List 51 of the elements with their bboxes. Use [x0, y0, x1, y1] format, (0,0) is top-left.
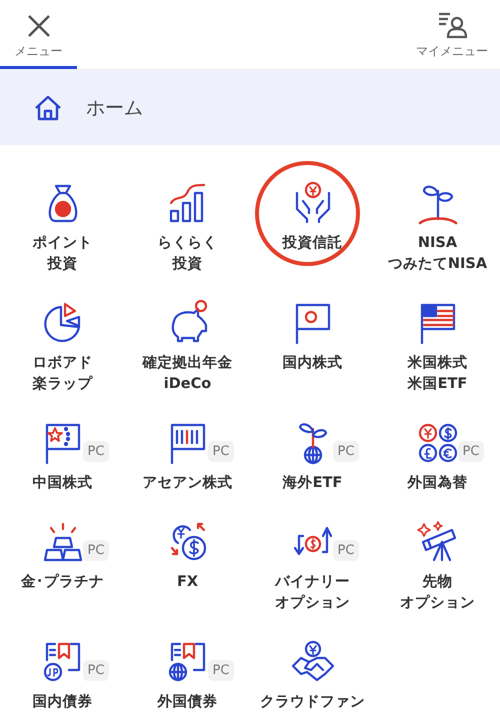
menu-label: バイナリー オプション: [275, 573, 350, 613]
menu-label: ロボアド 楽ラップ: [32, 354, 92, 394]
menu-item[interactable]: 確定拠出年金 iDeCo: [125, 299, 250, 395]
menu-label: 国内債券: [32, 692, 92, 712]
menu-label: クラウドファン: [260, 693, 365, 712]
pc-badge: PC: [332, 441, 360, 462]
menu-item[interactable]: NISA つみたてNISA: [375, 179, 500, 275]
menu-label: NISA つみたてNISA: [388, 234, 488, 274]
menu-item[interactable]: ポイント 投資: [0, 179, 125, 275]
pc-badge: PC: [82, 441, 110, 462]
menu-item[interactable]: クラウドファン: [250, 638, 375, 713]
pc-badge: PC: [332, 540, 360, 561]
menu-label: 国内株式: [282, 354, 342, 373]
menu-label: FX: [176, 573, 198, 592]
menu-label: 米国株式 米国ETF: [408, 354, 468, 394]
menu-label: 外国債券: [158, 692, 218, 712]
menu-label: 金･プラチナ: [21, 572, 104, 592]
menu-tab[interactable]: マイメニュー: [404, 0, 500, 69]
my-menu-icon: [437, 11, 467, 39]
menu-item[interactable]: PC 金･プラチナ: [0, 518, 125, 614]
menu-item[interactable]: らくらく 投資: [125, 179, 250, 275]
menu-item[interactable]: 米国株式 米国ETF: [375, 299, 500, 395]
menu-item[interactable]: PC バイナリー オプション: [250, 518, 375, 614]
menu-item[interactable]: PC 国内債券: [0, 638, 125, 713]
menu-item[interactable]: 国内株式: [250, 299, 375, 395]
menu-label: 投資信託: [282, 234, 342, 253]
home-link[interactable]: ホーム: [0, 70, 500, 145]
menu-item[interactable]: PC 中国株式: [0, 419, 125, 494]
pc-badge: PC: [208, 660, 234, 681]
menu-label: 外国為替: [408, 474, 468, 493]
home-icon: [34, 94, 62, 120]
menu-label: ポイント 投資: [32, 234, 92, 274]
menu-item[interactable]: PC 外国債券: [125, 638, 250, 713]
menu-label: 先物 オプション: [400, 572, 475, 613]
menu-item[interactable]: PC 海外ETF: [250, 419, 375, 494]
menu-item[interactable]: PC アセアン株式: [125, 419, 250, 494]
menu-item[interactable]: 投資信託: [250, 179, 375, 275]
menu-label: 海外ETF: [282, 474, 342, 493]
close-icon: [26, 13, 52, 39]
menu-label: 確定拠出年金 iDeCo: [142, 354, 232, 394]
menu-item[interactable]: PC 外国為替: [375, 419, 500, 494]
menu-label: アセアン株式: [142, 474, 232, 493]
pc-badge: PC: [82, 660, 110, 681]
menu-label: 中国株式: [32, 474, 92, 493]
menu-item[interactable]: 先物 オプション: [375, 518, 500, 614]
pc-badge: PC: [82, 540, 110, 561]
pc-badge: PC: [208, 441, 234, 462]
pc-badge: PC: [458, 441, 484, 462]
menu-item[interactable]: FX: [125, 518, 250, 614]
menu-item[interactable]: ロボアド 楽ラップ: [0, 299, 125, 395]
menu-label: らくらく 投資: [158, 234, 218, 274]
